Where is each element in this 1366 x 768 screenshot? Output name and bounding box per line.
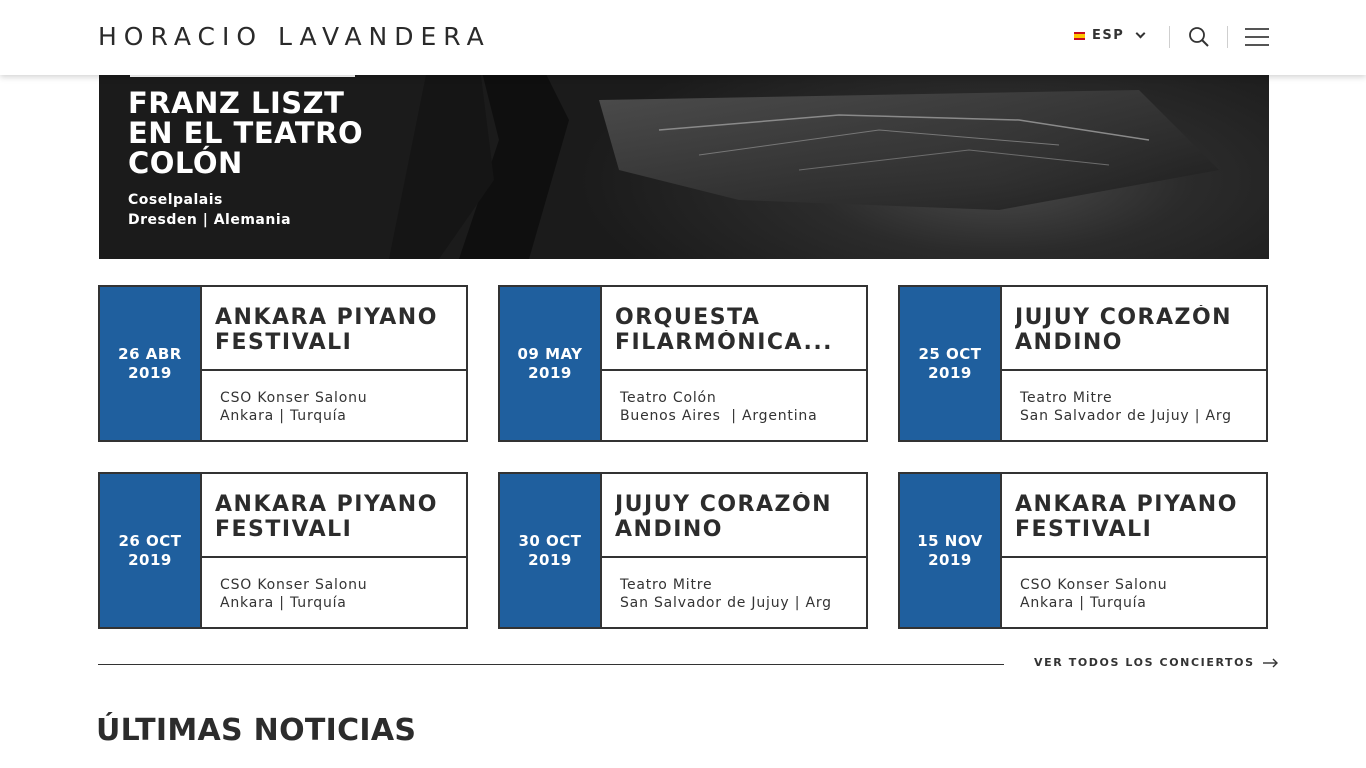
concert-title: JUJUY CORAZÓN ANDINO <box>1002 287 1266 371</box>
concert-venue: CSO Konser Salonu Ankara | Turquía <box>220 577 368 611</box>
concert-title: JUJUY CORAZÓN ANDINO <box>602 474 866 558</box>
menu-button[interactable] <box>1245 28 1269 48</box>
concert-card[interactable]: 26 OCT 2019 ANKARA PIYANO FESTIVALI CSO … <box>98 472 468 629</box>
concert-card[interactable]: 26 ABR 2019 ANKARA PIYANO FESTIVALI CSO … <box>98 285 468 442</box>
concert-venue: Teatro Colón Buenos Aires | Argentina <box>620 390 818 424</box>
concert-venue: CSO Konser Salonu Ankara | Turquía <box>220 390 368 424</box>
concert-card[interactable]: 09 MAY 2019 ORQUESTA FILARMÓNICA... Teat… <box>498 285 868 442</box>
news-section-heading: ÚLTIMAS NOTICIAS <box>96 713 417 748</box>
hero-title-line: FRANZ LISZT <box>128 86 345 120</box>
hero-venue: Coselpalais Dresden | Alemania <box>128 190 291 230</box>
see-all-label: VER TODOS LOS CONCIERTOS <box>1034 656 1255 669</box>
concert-date: 25 OCT 2019 <box>900 287 1002 440</box>
hero-title: FRANZ LISZT EN EL TEATRO COLÓN <box>128 88 428 178</box>
search-button[interactable] <box>1188 26 1210 48</box>
section-divider <box>98 664 1004 665</box>
search-icon <box>1189 27 1209 47</box>
site-logo[interactable]: HORACIO LAVANDERA <box>98 22 491 51</box>
concert-title: ORQUESTA FILARMÓNICA... <box>602 287 866 371</box>
hero-title-line: COLÓN <box>128 146 243 180</box>
chevron-down-icon <box>1135 28 1146 39</box>
concert-date: 26 ABR 2019 <box>100 287 202 440</box>
concert-venue: Teatro Mitre San Salvador de Jujuy | Arg <box>620 577 832 611</box>
concert-venue: CSO Konser Salonu Ankara | Turquía <box>1020 577 1168 611</box>
concert-date: 09 MAY 2019 <box>500 287 602 440</box>
see-all-concerts-link[interactable]: VER TODOS LOS CONCIERTOS <box>1034 656 1279 669</box>
concert-card[interactable]: 15 NOV 2019 ANKARA PIYANO FESTIVALI CSO … <box>898 472 1268 629</box>
header-divider <box>1227 26 1228 48</box>
concert-date: 15 NOV 2019 <box>900 474 1002 627</box>
hamburger-menu-icon <box>1245 28 1269 46</box>
concert-venue: Teatro Mitre San Salvador de Jujuy | Arg <box>1020 390 1232 424</box>
concert-card[interactable]: 30 OCT 2019 JUJUY CORAZÓN ANDINO Teatro … <box>498 472 868 629</box>
concert-title: ANKARA PIYANO FESTIVALI <box>202 474 466 558</box>
featured-concert-banner[interactable]: FRANZ LISZT EN EL TEATRO COLÓN Coselpala… <box>99 60 1269 259</box>
language-selector[interactable]: ESP <box>1074 28 1146 43</box>
hero-title-line: EN EL TEATRO <box>128 116 364 150</box>
site-header: HORACIO LAVANDERA ESP <box>0 0 1366 75</box>
concert-title: ANKARA PIYANO FESTIVALI <box>202 287 466 371</box>
concert-date: 30 OCT 2019 <box>500 474 602 627</box>
spain-flag-icon <box>1074 31 1085 40</box>
concert-title: ANKARA PIYANO FESTIVALI <box>1002 474 1266 558</box>
concert-date: 26 OCT 2019 <box>100 474 202 627</box>
language-label: ESP <box>1092 28 1125 43</box>
header-divider <box>1169 26 1170 48</box>
concert-card[interactable]: 25 OCT 2019 JUJUY CORAZÓN ANDINO Teatro … <box>898 285 1268 442</box>
hero-venue-location: Dresden | Alemania <box>128 212 292 228</box>
hero-venue-name: Coselpalais <box>128 192 223 208</box>
arrow-right-icon <box>1262 658 1278 667</box>
